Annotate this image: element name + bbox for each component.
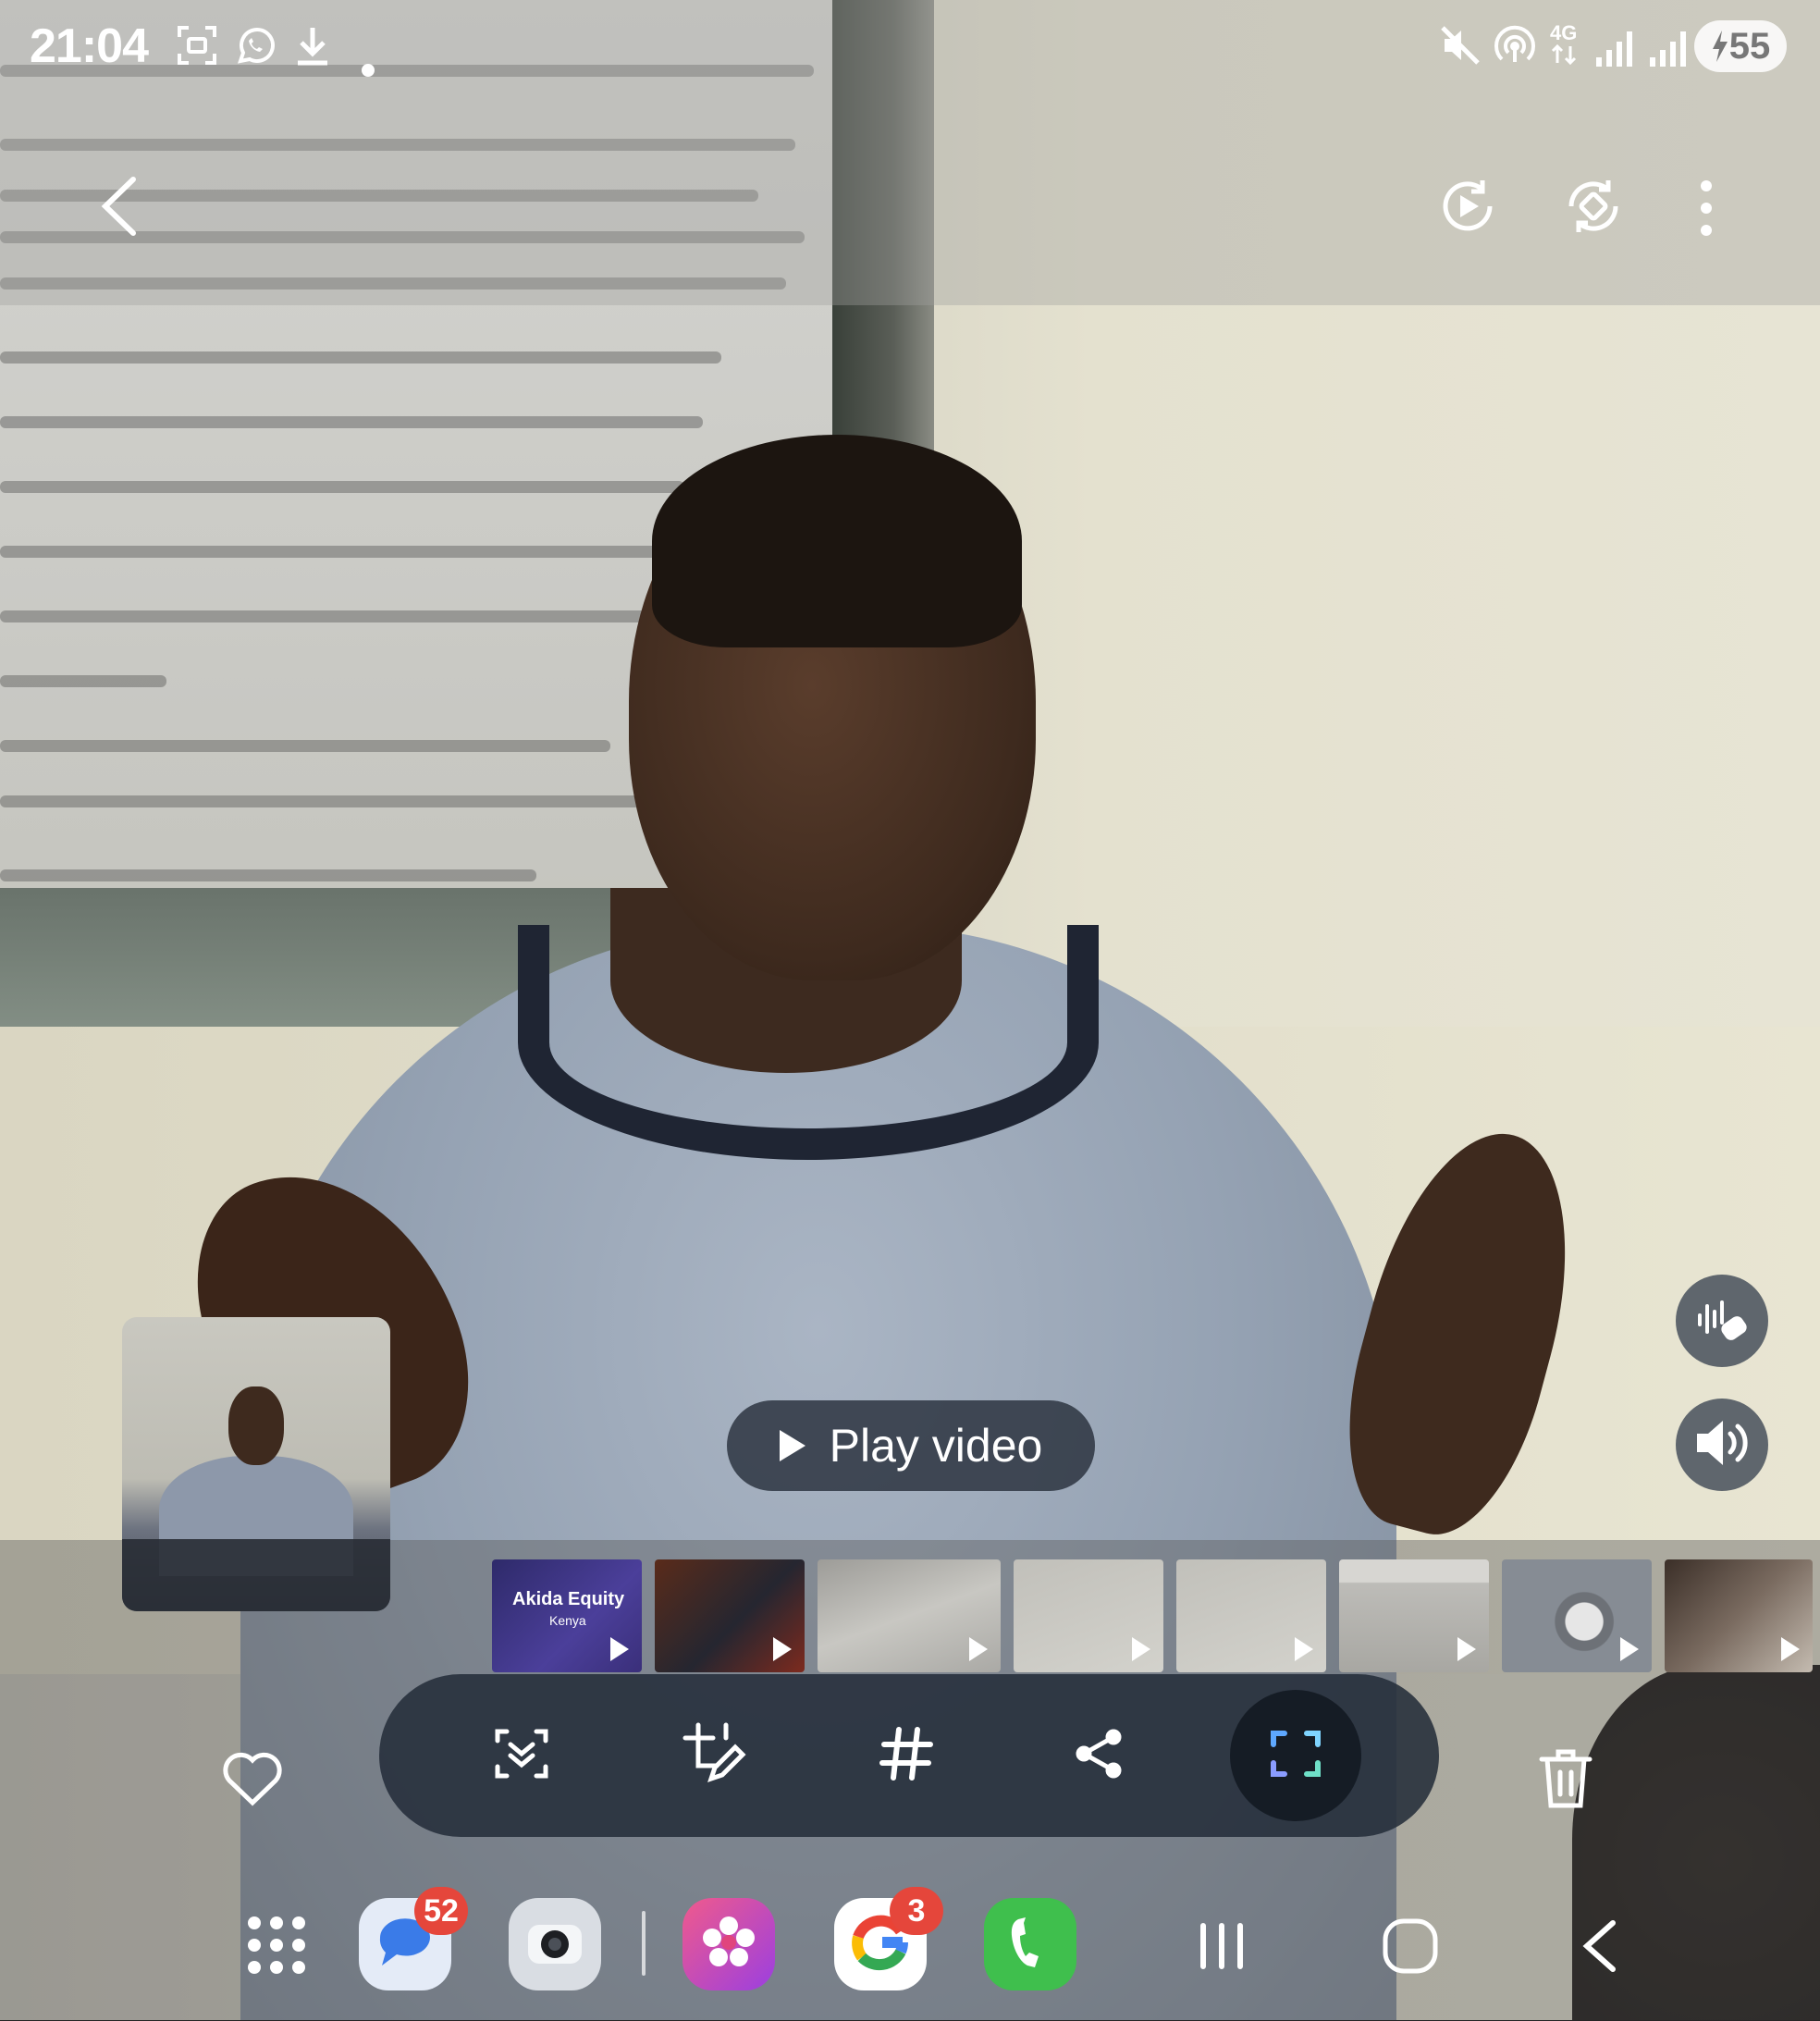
back-icon (96, 174, 142, 243)
home-button[interactable] (1369, 1911, 1452, 1985)
edit-button[interactable] (672, 1714, 756, 1797)
video-indicator-icon (1132, 1637, 1150, 1661)
nav-back-icon (1578, 1917, 1620, 1979)
signal-icon (1650, 30, 1686, 67)
video-indicator-icon (969, 1637, 988, 1661)
audio-eraser-button[interactable] (1676, 1275, 1768, 1367)
messages-badge: 52 (414, 1887, 468, 1935)
thumbnail-subtitle: Kenya (549, 1613, 586, 1628)
delete-button[interactable] (1524, 1739, 1607, 1822)
filmstrip-thumbnail[interactable]: Akida Equity Kenya (492, 1559, 642, 1672)
network-label: 4G (1550, 21, 1578, 44)
google-badge: 3 (890, 1887, 943, 1935)
volume-button[interactable] (1676, 1399, 1768, 1491)
filmstrip-thumbnail[interactable] (1665, 1559, 1813, 1672)
dock-divider (642, 1911, 646, 1976)
signal-icon (1596, 30, 1632, 67)
hashtag-icon (877, 1724, 936, 1788)
auto-play-icon (1434, 173, 1501, 244)
filmstrip-thumbnail[interactable] (655, 1559, 805, 1672)
gallery-icon (699, 1913, 758, 1977)
pip-toolbar (122, 1539, 390, 1611)
scan-button[interactable] (1230, 1690, 1361, 1821)
gallery-app[interactable] (682, 1898, 775, 1990)
favorite-button[interactable] (211, 1739, 294, 1822)
play-video-button[interactable]: Play video (727, 1400, 1095, 1491)
bottom-toolbar (379, 1674, 1439, 1837)
pip-head (228, 1386, 284, 1465)
play-video-label: Play video (829, 1420, 1043, 1472)
heart-icon (220, 1749, 285, 1813)
dot-icon (361, 39, 375, 87)
nav-back-button[interactable] (1557, 1911, 1641, 1985)
select-icon (492, 1724, 551, 1788)
filmstrip-thumbnail[interactable] (1176, 1559, 1326, 1672)
video-indicator-icon (1620, 1637, 1639, 1661)
audio-eraser-icon (1692, 1289, 1752, 1353)
play-icon (779, 1430, 805, 1461)
edit-icon (682, 1721, 746, 1791)
google-app[interactable]: 3 (834, 1887, 943, 1990)
select-button[interactable] (480, 1714, 563, 1797)
status-time: 21:04 (30, 19, 149, 73)
more-options-button[interactable] (1665, 166, 1748, 250)
share-icon (1071, 1726, 1126, 1786)
home-icon (1382, 1917, 1439, 1979)
filmstrip: Akida Equity Kenya (492, 1559, 1813, 1675)
auto-play-button[interactable] (1426, 166, 1509, 250)
screenshot-icon (176, 24, 218, 76)
phone-app[interactable] (984, 1898, 1076, 1990)
filmstrip-thumbnail[interactable] (818, 1559, 1001, 1672)
camera-app[interactable] (509, 1898, 601, 1990)
filmstrip-thumbnail[interactable] (1014, 1559, 1163, 1672)
hotspot-icon (1493, 24, 1537, 78)
rotate-button[interactable] (1552, 166, 1635, 250)
filmstrip-thumbnail[interactable] (1339, 1559, 1489, 1672)
share-button[interactable] (1057, 1714, 1140, 1797)
video-indicator-icon (1295, 1637, 1313, 1661)
hashtag-button[interactable] (865, 1714, 948, 1797)
filmstrip-thumbnail[interactable] (1502, 1559, 1652, 1672)
scan-icon (1268, 1726, 1323, 1786)
screen-recording-preview[interactable] (122, 1317, 390, 1611)
rotate-icon (1560, 173, 1627, 244)
recents-icon (1196, 1920, 1248, 1977)
battery-indicator: 55 (1694, 20, 1787, 72)
video-indicator-icon (1457, 1637, 1476, 1661)
app-drawer-button[interactable] (248, 1916, 305, 1974)
more-icon (1701, 180, 1712, 236)
phone-icon (1007, 1914, 1053, 1976)
video-indicator-icon (610, 1637, 629, 1661)
download-icon (294, 24, 331, 76)
network-4g-icon: 4G (1550, 22, 1578, 69)
battery-level: 55 (1728, 25, 1771, 67)
volume-icon (1691, 1415, 1752, 1475)
camera-icon (526, 1919, 584, 1970)
thumbnail-title: Akida Equity (512, 1589, 625, 1609)
recents-button[interactable] (1180, 1911, 1263, 1985)
video-indicator-icon (1781, 1637, 1800, 1661)
video-indicator-icon (773, 1637, 792, 1661)
whatsapp-icon (233, 24, 277, 78)
delete-icon (1538, 1746, 1593, 1816)
person-hair (652, 435, 1022, 647)
mute-icon (1439, 24, 1482, 76)
back-button[interactable] (78, 166, 161, 250)
messages-app[interactable]: 52 (359, 1887, 468, 1990)
